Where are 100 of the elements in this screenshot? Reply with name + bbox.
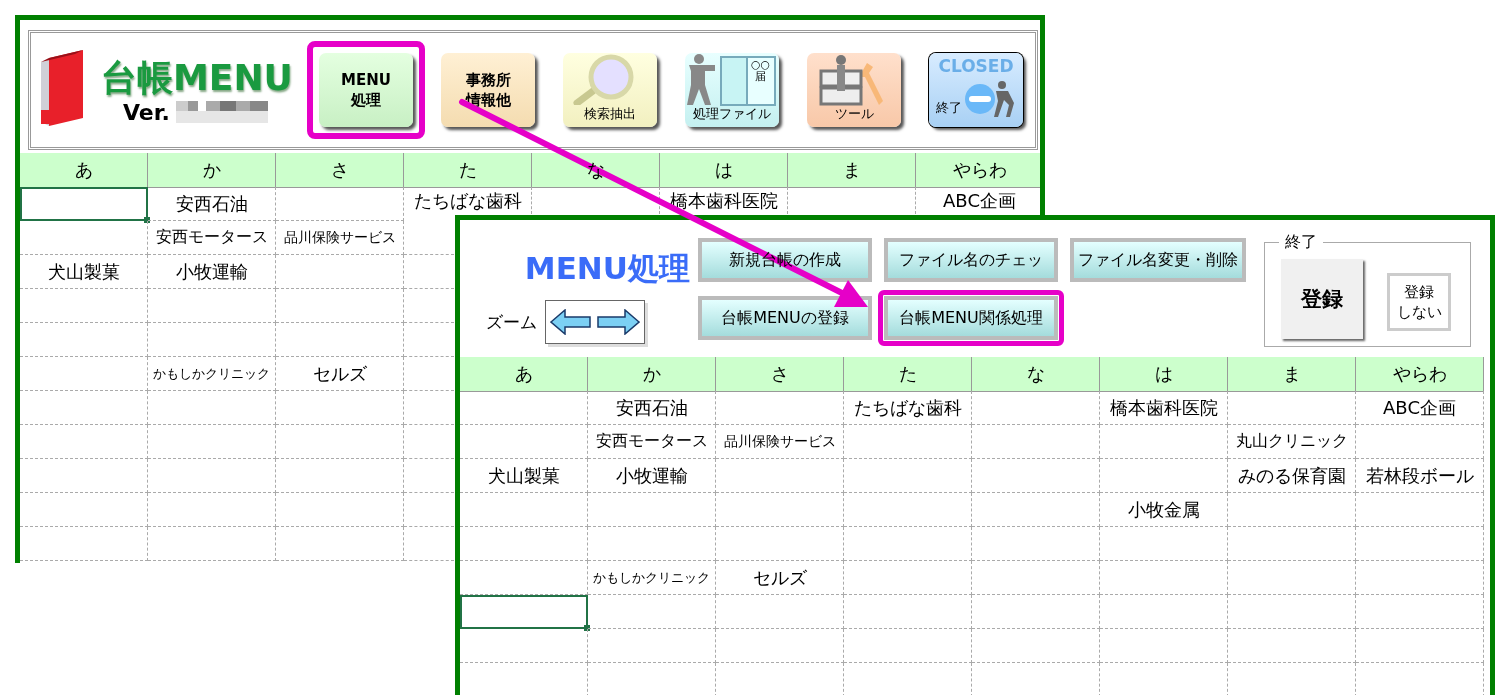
table-cell[interactable] bbox=[276, 187, 404, 221]
table-cell[interactable] bbox=[148, 425, 276, 459]
table-cell[interactable] bbox=[460, 595, 588, 629]
table-cell[interactable] bbox=[716, 527, 844, 561]
table-cell[interactable]: 小牧金属 bbox=[1100, 493, 1228, 527]
table-cell[interactable] bbox=[972, 561, 1100, 595]
table-cell[interactable] bbox=[460, 493, 588, 527]
table-cell[interactable] bbox=[20, 289, 148, 323]
register-button[interactable]: 登録 bbox=[1281, 258, 1363, 339]
toolbar-button[interactable]: 検索抽出 bbox=[563, 53, 657, 127]
table-cell[interactable] bbox=[20, 187, 148, 221]
action-button[interactable]: ファイル名のチェッ bbox=[884, 238, 1058, 282]
table-cell[interactable] bbox=[716, 459, 844, 493]
table-cell[interactable] bbox=[276, 255, 404, 289]
table-cell[interactable]: ABC企画 bbox=[916, 187, 1040, 214]
table-cell[interactable] bbox=[844, 459, 972, 493]
table-cell[interactable]: かもしかクリニック bbox=[588, 561, 716, 595]
table-cell[interactable] bbox=[1100, 425, 1228, 459]
table-cell[interactable]: 小牧運輸 bbox=[588, 459, 716, 493]
table-cell[interactable] bbox=[844, 561, 972, 595]
table-cell[interactable] bbox=[972, 527, 1100, 561]
toolbar-button[interactable]: MENU 処理 bbox=[319, 53, 413, 127]
table-cell[interactable]: たちばな歯科 bbox=[404, 187, 532, 214]
table-cell[interactable]: 安西モータース bbox=[148, 221, 276, 255]
table-cell[interactable] bbox=[1228, 391, 1356, 425]
table-cell[interactable]: 犬山製菓 bbox=[20, 255, 148, 289]
table-cell[interactable] bbox=[972, 425, 1100, 459]
table-cell[interactable] bbox=[1228, 561, 1356, 595]
table-cell[interactable] bbox=[716, 595, 844, 629]
toolbar-button[interactable]: ○○ 届 処理ファイル bbox=[685, 53, 779, 127]
table-cell[interactable] bbox=[148, 289, 276, 323]
table-cell[interactable] bbox=[588, 629, 716, 663]
table-cell[interactable] bbox=[716, 629, 844, 663]
table-cell[interactable] bbox=[1228, 629, 1356, 663]
table-cell[interactable] bbox=[20, 323, 148, 357]
table-cell[interactable] bbox=[1356, 527, 1484, 561]
table-cell[interactable] bbox=[460, 391, 588, 425]
table-cell[interactable]: 品川保険サービス bbox=[716, 425, 844, 459]
table-cell[interactable] bbox=[148, 527, 276, 561]
table-cell[interactable] bbox=[972, 391, 1100, 425]
table-cell[interactable] bbox=[844, 629, 972, 663]
table-cell[interactable]: 若林段ボール bbox=[1356, 459, 1484, 493]
table-cell[interactable] bbox=[460, 629, 588, 663]
no-register-button[interactable]: 登録 しない bbox=[1387, 272, 1451, 331]
zoom-arrows-button[interactable] bbox=[545, 300, 645, 344]
table-cell[interactable] bbox=[1100, 459, 1228, 493]
table-cell[interactable] bbox=[1100, 527, 1228, 561]
table-cell[interactable]: 橋本歯科医院 bbox=[1100, 391, 1228, 425]
table-cell[interactable] bbox=[588, 527, 716, 561]
table-cell[interactable] bbox=[844, 425, 972, 459]
table-cell[interactable] bbox=[588, 493, 716, 527]
table-cell[interactable] bbox=[1356, 493, 1484, 527]
table-cell[interactable] bbox=[1356, 595, 1484, 629]
table-cell[interactable] bbox=[148, 493, 276, 527]
table-cell[interactable] bbox=[1356, 561, 1484, 595]
table-cell[interactable] bbox=[972, 493, 1100, 527]
action-button[interactable]: 台帳MENU関係処理 bbox=[884, 296, 1058, 340]
table-cell[interactable] bbox=[148, 391, 276, 425]
table-cell[interactable]: 品川保険サービス bbox=[276, 221, 404, 255]
table-cell[interactable] bbox=[972, 595, 1100, 629]
table-cell[interactable] bbox=[1228, 527, 1356, 561]
table-cell[interactable] bbox=[276, 459, 404, 493]
table-cell[interactable] bbox=[1100, 561, 1228, 595]
table-cell[interactable] bbox=[1356, 425, 1484, 459]
table-cell[interactable] bbox=[276, 323, 404, 357]
table-cell[interactable] bbox=[716, 391, 844, 425]
table-cell[interactable] bbox=[20, 221, 148, 255]
table-cell[interactable] bbox=[844, 527, 972, 561]
toolbar-button[interactable]: ツール bbox=[807, 53, 901, 127]
table-cell[interactable] bbox=[1100, 629, 1228, 663]
table-cell[interactable] bbox=[460, 425, 588, 459]
table-cell[interactable] bbox=[276, 527, 404, 561]
table-cell[interactable] bbox=[148, 323, 276, 357]
table-cell[interactable] bbox=[1100, 595, 1228, 629]
table-cell[interactable]: 安西石油 bbox=[148, 187, 276, 221]
table-cell[interactable] bbox=[20, 391, 148, 425]
table-cell[interactable]: 犬山製菓 bbox=[460, 459, 588, 493]
table-cell[interactable] bbox=[276, 425, 404, 459]
table-cell[interactable]: 安西石油 bbox=[588, 391, 716, 425]
table-cell[interactable] bbox=[972, 629, 1100, 663]
table-cell[interactable] bbox=[844, 493, 972, 527]
table-cell[interactable] bbox=[148, 459, 276, 493]
table-cell[interactable] bbox=[20, 493, 148, 527]
table-cell[interactable] bbox=[588, 595, 716, 629]
table-cell[interactable] bbox=[276, 493, 404, 527]
table-cell[interactable] bbox=[460, 561, 588, 595]
table-cell[interactable]: 小牧運輸 bbox=[148, 255, 276, 289]
table-cell[interactable] bbox=[460, 527, 588, 561]
table-cell[interactable] bbox=[276, 289, 404, 323]
table-cell[interactable] bbox=[1356, 629, 1484, 663]
table-cell[interactable] bbox=[716, 493, 844, 527]
table-cell[interactable]: たちばな歯科 bbox=[844, 391, 972, 425]
table-cell[interactable] bbox=[844, 595, 972, 629]
table-cell[interactable]: ABC企画 bbox=[1356, 391, 1484, 425]
table-cell[interactable] bbox=[20, 425, 148, 459]
table-cell[interactable]: 丸山クリニック bbox=[1228, 425, 1356, 459]
table-cell[interactable]: セルズ bbox=[716, 561, 844, 595]
table-cell[interactable] bbox=[276, 391, 404, 425]
table-cell[interactable]: セルズ bbox=[276, 357, 404, 391]
table-cell[interactable]: かもしかクリニック bbox=[148, 357, 276, 391]
